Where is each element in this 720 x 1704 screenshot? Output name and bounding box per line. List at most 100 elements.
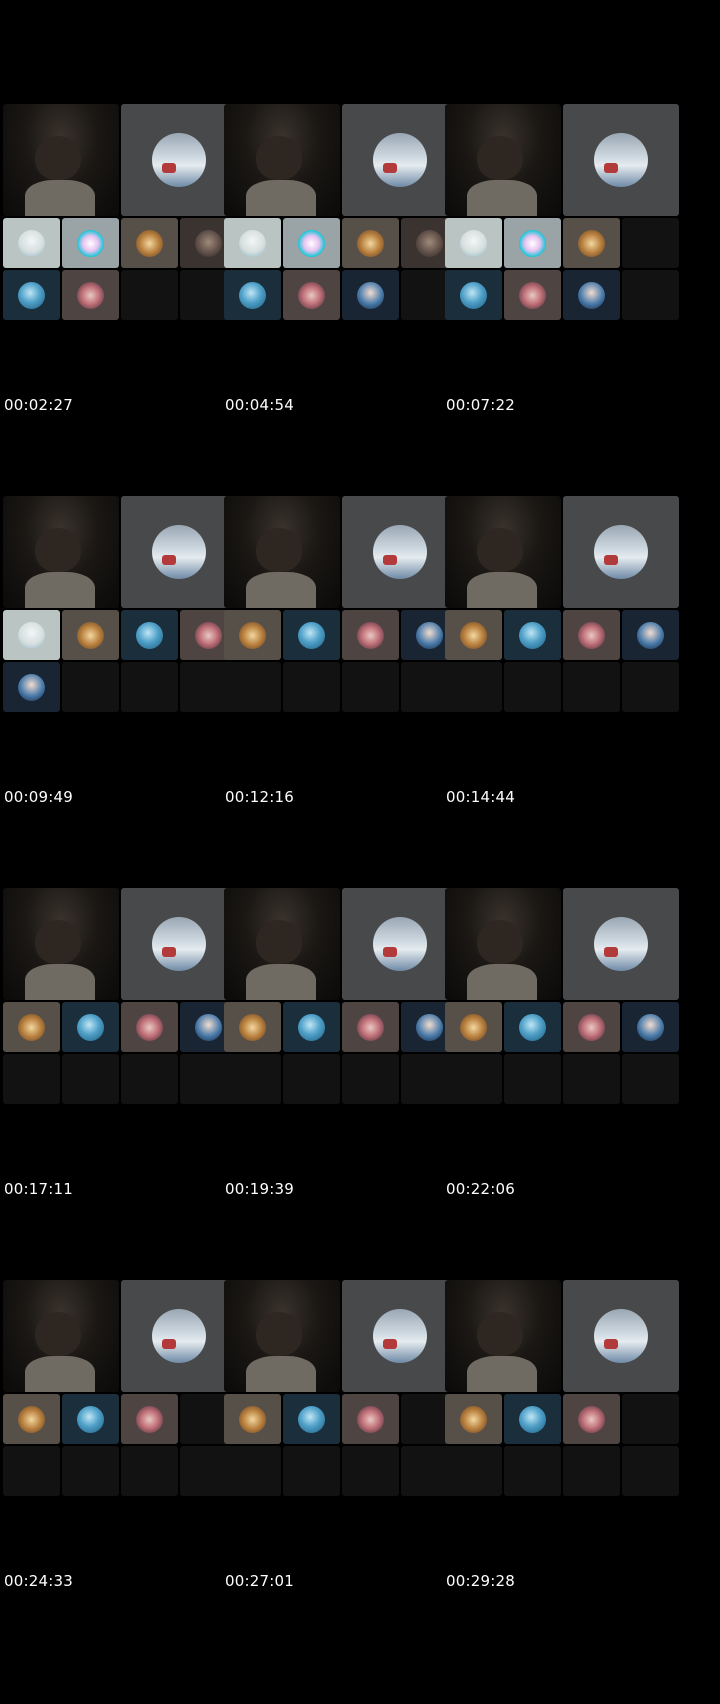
person-shirt: [467, 572, 537, 608]
featured-participant-tile[interactable]: [563, 888, 679, 1000]
participant-tile[interactable]: [622, 1002, 679, 1052]
participant-avatar-icon: [18, 622, 45, 649]
participant-tile[interactable]: [445, 1002, 502, 1052]
featured-participant-tile[interactable]: [121, 1280, 237, 1392]
featured-participant-tile[interactable]: [342, 104, 458, 216]
participant-tile[interactable]: [342, 270, 399, 320]
participant-tile[interactable]: [563, 610, 620, 660]
participant-tile[interactable]: [62, 610, 119, 660]
participant-tile[interactable]: [283, 610, 340, 660]
person-head: [477, 1312, 523, 1356]
main-video-tile[interactable]: [445, 1280, 561, 1392]
participant-tile[interactable]: [224, 270, 281, 320]
participant-tile[interactable]: [3, 218, 60, 268]
person-head: [256, 136, 302, 180]
participant-tile[interactable]: [3, 1002, 60, 1052]
participant-avatar-icon: [460, 622, 487, 649]
participant-tile[interactable]: [121, 610, 178, 660]
participant-tile[interactable]: [121, 1394, 178, 1444]
featured-participant-tile[interactable]: [121, 104, 237, 216]
participant-tile[interactable]: [3, 662, 60, 712]
participant-tile[interactable]: [283, 1002, 340, 1052]
call-screen: [3, 888, 237, 1106]
main-video-tile[interactable]: [3, 104, 119, 216]
featured-participant-tile[interactable]: [563, 1280, 679, 1392]
empty-tile: [283, 662, 340, 712]
participant-tile[interactable]: [224, 1002, 281, 1052]
featured-participant-tile[interactable]: [342, 1280, 458, 1392]
participant-tile[interactable]: [121, 1002, 178, 1052]
participant-tile[interactable]: [283, 1394, 340, 1444]
participant-tile[interactable]: [504, 1394, 561, 1444]
main-video-tile[interactable]: [445, 104, 561, 216]
participant-tile[interactable]: [504, 218, 561, 268]
participant-tile[interactable]: [342, 1002, 399, 1052]
person-shirt: [246, 572, 316, 608]
participant-tile[interactable]: [504, 610, 561, 660]
featured-participant-tile[interactable]: [121, 888, 237, 1000]
featured-avatar-icon: [373, 133, 427, 187]
empty-tile: [445, 1446, 502, 1496]
participant-tile[interactable]: [3, 1394, 60, 1444]
call-screen: [3, 104, 237, 322]
main-video-tile[interactable]: [224, 888, 340, 1000]
main-video-tile[interactable]: [445, 496, 561, 608]
empty-tile: [62, 1054, 119, 1104]
main-video-tile[interactable]: [3, 888, 119, 1000]
featured-participant-tile[interactable]: [563, 104, 679, 216]
participant-avatar-icon: [18, 230, 45, 257]
featured-participant-tile[interactable]: [342, 496, 458, 608]
participant-avatar-icon: [298, 282, 325, 309]
participant-tile[interactable]: [445, 1394, 502, 1444]
person-shirt: [25, 180, 95, 216]
empty-tile: [224, 1446, 281, 1496]
empty-tile: [342, 1054, 399, 1104]
featured-participant-tile[interactable]: [563, 496, 679, 608]
participant-tile[interactable]: [445, 610, 502, 660]
participant-tile[interactable]: [622, 610, 679, 660]
participant-tile[interactable]: [504, 1002, 561, 1052]
participant-tile[interactable]: [62, 270, 119, 320]
participant-tile[interactable]: [563, 270, 620, 320]
participant-tile[interactable]: [445, 218, 502, 268]
participant-tile[interactable]: [121, 218, 178, 268]
call-screen: [445, 888, 679, 1106]
frame-1: 00:02:27: [0, 0, 237, 426]
participant-tile[interactable]: [62, 1394, 119, 1444]
main-video-tile[interactable]: [445, 888, 561, 1000]
participant-tile[interactable]: [504, 270, 561, 320]
main-video-tile[interactable]: [3, 1280, 119, 1392]
main-video-tile[interactable]: [224, 1280, 340, 1392]
participant-tile[interactable]: [224, 610, 281, 660]
empty-tile: [563, 1054, 620, 1104]
main-video-tile[interactable]: [3, 496, 119, 608]
participant-avatar-icon: [460, 1406, 487, 1433]
empty-tile: [121, 1054, 178, 1104]
participant-tile[interactable]: [3, 610, 60, 660]
participant-tile[interactable]: [283, 218, 340, 268]
participant-tile[interactable]: [445, 270, 502, 320]
participant-avatar-icon: [519, 1406, 546, 1433]
participant-tile[interactable]: [62, 218, 119, 268]
main-video-tile[interactable]: [224, 104, 340, 216]
frame-5: 00:12:16: [221, 392, 458, 818]
participant-tile[interactable]: [283, 270, 340, 320]
participant-tile[interactable]: [563, 1002, 620, 1052]
participant-tile[interactable]: [3, 270, 60, 320]
participant-tile[interactable]: [342, 1394, 399, 1444]
participant-tile[interactable]: [224, 218, 281, 268]
participant-tile[interactable]: [342, 610, 399, 660]
featured-participant-tile[interactable]: [342, 888, 458, 1000]
main-video-tile[interactable]: [224, 496, 340, 608]
participant-tile[interactable]: [224, 1394, 281, 1444]
person-shirt: [25, 1356, 95, 1392]
participant-tile[interactable]: [563, 1394, 620, 1444]
participant-tile[interactable]: [62, 1002, 119, 1052]
featured-participant-tile[interactable]: [121, 496, 237, 608]
frame-4: 00:09:49: [0, 392, 237, 818]
participant-tile[interactable]: [563, 218, 620, 268]
frame-6: 00:14:44: [442, 392, 679, 818]
person-head: [35, 1312, 81, 1356]
participant-tile[interactable]: [342, 218, 399, 268]
participant-avatar-icon: [18, 282, 45, 309]
